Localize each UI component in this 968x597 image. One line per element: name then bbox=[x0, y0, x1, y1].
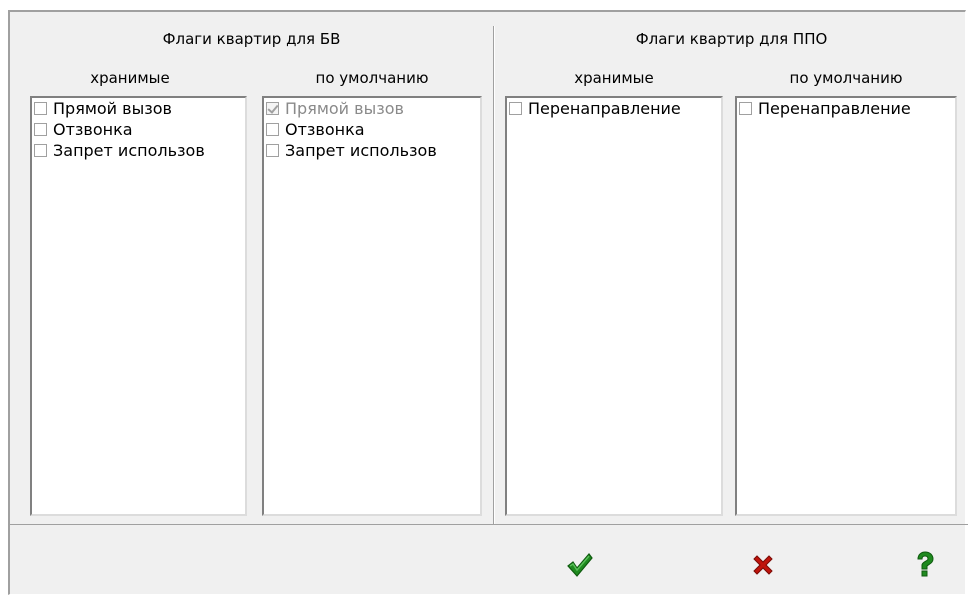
checkbox-checked[interactable] bbox=[266, 102, 279, 115]
bv-stored-label: хранимые bbox=[90, 69, 170, 87]
bv-default-item[interactable]: Отзвонка bbox=[264, 119, 480, 140]
checkbox[interactable] bbox=[266, 123, 279, 136]
bv-stored-item[interactable]: Отзвонка bbox=[32, 119, 245, 140]
help-button[interactable] bbox=[905, 547, 945, 583]
cross-icon bbox=[753, 555, 773, 575]
ppo-stored-item[interactable]: Перенаправление bbox=[507, 98, 721, 119]
button-bar bbox=[10, 524, 968, 597]
ppo-stored-label: хранимые bbox=[574, 69, 654, 87]
bv-group-title: Флаги квартир для БВ bbox=[162, 30, 341, 48]
cancel-button[interactable] bbox=[743, 547, 783, 583]
window-top-strip bbox=[0, 0, 120, 10]
apartment-flags-dialog: Флаги квартир для БВ хранимые по умолчан… bbox=[8, 10, 968, 597]
ppo-default-listbox[interactable]: Перенаправление bbox=[735, 96, 957, 516]
checkmark-icon bbox=[567, 553, 593, 577]
ppo-flags-group: Флаги квартир для ППО хранимые по умолча… bbox=[494, 26, 968, 524]
checkbox[interactable] bbox=[34, 123, 47, 136]
item-label: Запрет использов bbox=[53, 141, 205, 160]
bv-flags-group: Флаги квартир для БВ хранимые по умолчан… bbox=[10, 26, 494, 524]
bv-default-label: по умолчанию bbox=[315, 69, 429, 87]
ppo-default-item[interactable]: Перенаправление bbox=[737, 98, 955, 119]
question-icon bbox=[917, 551, 934, 577]
checkbox[interactable] bbox=[34, 144, 47, 157]
checkbox[interactable] bbox=[509, 102, 522, 115]
item-label: Прямой вызов bbox=[53, 99, 172, 118]
item-label: Перенаправление bbox=[528, 99, 681, 118]
ppo-default-label: по умолчанию bbox=[789, 69, 903, 87]
bv-stored-item[interactable]: Запрет использов bbox=[32, 140, 245, 161]
item-label: Перенаправление bbox=[758, 99, 911, 118]
checkbox[interactable] bbox=[739, 102, 752, 115]
bv-default-item[interactable]: Прямой вызов bbox=[264, 98, 480, 119]
item-label: Отзвонка bbox=[53, 120, 133, 139]
bv-default-item[interactable]: Запрет использов bbox=[264, 140, 480, 161]
checkbox[interactable] bbox=[266, 144, 279, 157]
ppo-group-title: Флаги квартир для ППО bbox=[635, 30, 828, 48]
checkbox[interactable] bbox=[34, 102, 47, 115]
ok-button[interactable] bbox=[560, 547, 600, 583]
item-label: Отзвонка bbox=[285, 120, 365, 139]
bv-stored-listbox[interactable]: Прямой вызов Отзвонка Запрет использов bbox=[30, 96, 247, 516]
bv-stored-item[interactable]: Прямой вызов bbox=[32, 98, 245, 119]
ppo-stored-listbox[interactable]: Перенаправление bbox=[505, 96, 723, 516]
item-label: Запрет использов bbox=[285, 141, 437, 160]
item-label: Прямой вызов bbox=[285, 99, 404, 118]
bv-default-listbox[interactable]: Прямой вызов Отзвонка Запрет использов bbox=[262, 96, 482, 516]
